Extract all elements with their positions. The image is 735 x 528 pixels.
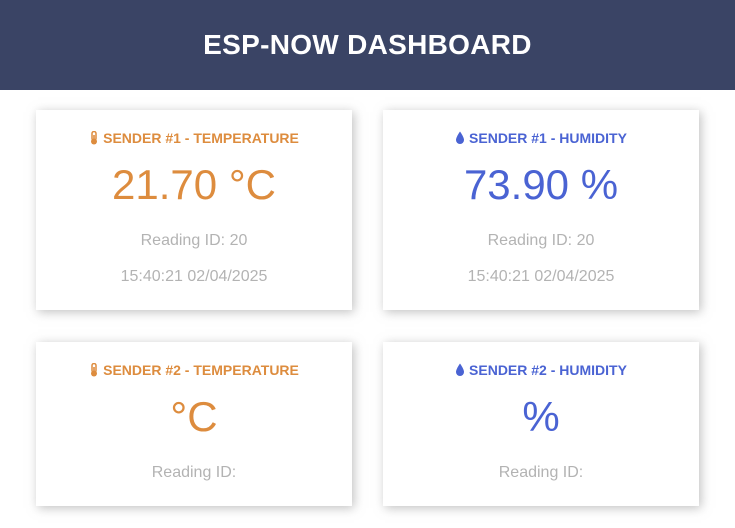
sender2-temperature-card: SENDER #2 - TEMPERATURE °C Reading ID: [36, 342, 352, 506]
humidity-value: 73.90 % [463, 161, 619, 208]
sender1-temperature-card: SENDER #1 - TEMPERATURE 21.70 °C Reading… [36, 110, 352, 310]
humidity-value: % [522, 393, 560, 440]
page-title: ESP-NOW DASHBOARD [203, 29, 532, 60]
thermometer-icon [89, 363, 99, 377]
thermometer-icon [89, 131, 99, 145]
card-title: SENDER #1 - HUMIDITY [383, 130, 699, 146]
water-drop-icon [455, 131, 465, 145]
card-title-label: SENDER #2 - HUMIDITY [469, 362, 627, 378]
timestamp: 15:40:21 02/04/2025 [120, 268, 268, 285]
card-title: SENDER #2 - HUMIDITY [383, 362, 699, 378]
dashboard-header: ESP-NOW DASHBOARD [0, 0, 735, 90]
card-title-label: SENDER #1 - TEMPERATURE [103, 130, 299, 146]
temperature-value: °C [170, 393, 218, 440]
reading-id: Reading ID: 20 [487, 232, 595, 249]
sender2-humidity-card: SENDER #2 - HUMIDITY % Reading ID: [383, 342, 699, 506]
card-title-label: SENDER #2 - TEMPERATURE [103, 362, 299, 378]
card-title: SENDER #1 - TEMPERATURE [36, 130, 352, 146]
reading-id: Reading ID: [151, 464, 237, 481]
card-title: SENDER #2 - TEMPERATURE [36, 362, 352, 378]
reading-id: Reading ID: 20 [140, 232, 248, 249]
timestamp: 15:40:21 02/04/2025 [467, 268, 615, 285]
sender1-humidity-card: SENDER #1 - HUMIDITY 73.90 % Reading ID:… [383, 110, 699, 310]
temperature-value: 21.70 °C [112, 161, 276, 208]
reading-id: Reading ID: [498, 464, 584, 481]
card-title-label: SENDER #1 - HUMIDITY [469, 130, 627, 146]
water-drop-icon [455, 363, 465, 377]
